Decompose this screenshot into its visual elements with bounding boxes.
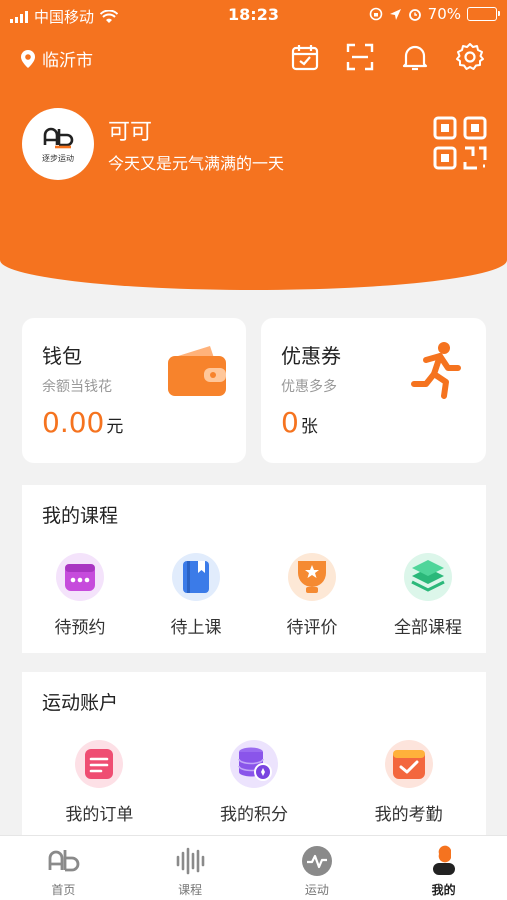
brand-logo-icon xyxy=(43,127,74,148)
profile-header: 中国移动 18:23 70% 临沂市 逐步运动 可可 今天又是元气满满的一天 xyxy=(0,0,507,290)
bottom-tab-bar: 首页 课程 运动 我的 xyxy=(0,835,507,900)
coupon-count: 0张 xyxy=(281,406,318,439)
location-pin-icon xyxy=(21,49,35,68)
city-selector[interactable]: 临沂市 xyxy=(20,46,93,71)
user-motto: 今天又是元气满满的一天 xyxy=(108,154,285,173)
wallet-card[interactable]: 钱包 余额当钱花 0.00 元 xyxy=(22,318,246,463)
pulse-icon xyxy=(301,846,332,876)
scan-icon[interactable] xyxy=(345,42,375,72)
settings-gear-icon[interactable] xyxy=(455,42,485,72)
coupon-subtitle: 优惠多多 xyxy=(281,379,337,395)
wallet-subtitle: 余额当钱花 xyxy=(42,379,112,395)
wallet-unit: 元 xyxy=(106,417,124,437)
course-item-label: 全部课程 xyxy=(394,618,462,638)
status-bar: 中国移动 18:23 70% xyxy=(0,0,507,30)
coupon-unit: 张 xyxy=(300,417,318,437)
order-icon xyxy=(75,740,124,788)
lock-rotation-icon xyxy=(369,7,382,21)
calendar-checkin-icon[interactable] xyxy=(290,42,320,72)
battery-percent: 70% xyxy=(427,5,461,23)
avatar-brand-text: 逐步运动 xyxy=(42,153,74,163)
wallet-icon xyxy=(164,338,228,402)
course-pending-booking[interactable]: 待预约 xyxy=(25,551,135,638)
running-person-icon xyxy=(404,338,468,402)
account-title: 运动账户 xyxy=(42,692,119,714)
bell-icon[interactable] xyxy=(400,42,430,72)
my-points[interactable]: 我的积分 xyxy=(179,738,329,825)
coupon-card[interactable]: 优惠券 优惠多多 0张 xyxy=(261,318,486,463)
my-orders[interactable]: 我的订单 xyxy=(24,738,174,825)
tab-sport[interactable]: 运动 xyxy=(254,836,381,900)
coupon-title: 优惠券 xyxy=(281,344,341,368)
battery-icon xyxy=(467,7,500,21)
user-avatar[interactable]: 逐步运动 xyxy=(22,108,94,180)
course-all[interactable]: 全部课程 xyxy=(373,551,483,638)
tab-mine[interactable]: 我的 xyxy=(380,836,507,900)
tab-label: 首页 xyxy=(51,883,76,897)
book-icon xyxy=(172,553,220,601)
wallet-balance: 0.00 元 xyxy=(42,406,123,439)
account-item-label: 我的积分 xyxy=(219,805,288,825)
tab-label: 我的 xyxy=(431,883,456,897)
course-item-label: 待预约 xyxy=(54,618,106,638)
courses-title: 我的课程 xyxy=(42,505,119,527)
tab-courses[interactable]: 课程 xyxy=(127,836,254,900)
account-item-label: 我的考勤 xyxy=(374,805,443,825)
account-item-label: 我的订单 xyxy=(65,805,134,825)
location-arrow-icon xyxy=(389,8,401,20)
my-attendance[interactable]: 我的考勤 xyxy=(334,738,484,825)
alarm-icon xyxy=(408,9,421,21)
course-item-label: 待评价 xyxy=(286,618,338,638)
sport-account-section: 运动账户 我的订单 我的积分 我的考勤 xyxy=(22,672,486,842)
my-courses-section: 我的课程 待预约 待上课 待评价 全部课程 xyxy=(22,485,486,653)
home-logo-icon xyxy=(48,850,80,872)
course-pending-class[interactable]: 待上课 xyxy=(141,551,251,638)
trophy-icon xyxy=(288,553,336,601)
wallet-title: 钱包 xyxy=(42,344,82,368)
calendar-icon xyxy=(56,553,104,601)
person-icon xyxy=(432,845,455,875)
tab-label: 运动 xyxy=(304,883,329,897)
city-label: 临沂市 xyxy=(42,51,93,71)
course-pending-review[interactable]: 待评价 xyxy=(257,551,367,638)
user-name: 可可 xyxy=(108,120,153,145)
coins-icon xyxy=(229,740,278,788)
soundwave-icon xyxy=(176,847,205,875)
tab-label: 课程 xyxy=(178,883,203,897)
qr-code-icon[interactable] xyxy=(433,116,487,170)
coupon-amount: 0 xyxy=(281,406,299,439)
tab-home[interactable]: 首页 xyxy=(0,836,127,900)
wallet-amount: 0.00 xyxy=(42,406,105,439)
attendance-icon xyxy=(384,740,433,788)
layers-icon xyxy=(404,553,452,601)
course-item-label: 待上课 xyxy=(170,618,222,638)
